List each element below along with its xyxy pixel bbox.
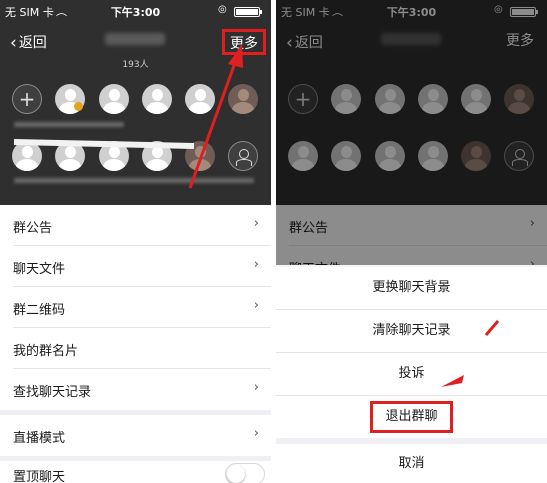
list-item-live-mode[interactable]: 直播模式 › <box>0 415 271 456</box>
list-item-label: 查找聊天记录 <box>13 385 92 400</box>
list-item-qr-code[interactable]: 群二维码 › <box>0 287 271 328</box>
list-item-announcement[interactable]: 群公告 › <box>0 205 271 246</box>
list-item-label: 群公告 <box>13 221 53 236</box>
chevron-right-icon: › <box>253 257 259 272</box>
list-item-pin-chat[interactable]: 置顶聊天 <box>0 461 271 483</box>
pointer-arrow <box>441 320 500 387</box>
left-screen: 无 SIM 卡 ︵ 下午3:00 ◎ ‹ 返回 更多 193人 + 群公告 › … <box>0 0 271 483</box>
list-item-label: 聊天文件 <box>13 262 66 277</box>
pointer-arrow <box>188 44 243 189</box>
list-item-label: 置顶聊天 <box>13 470 66 483</box>
list-item-label: 我的群名片 <box>13 344 79 359</box>
chevron-right-icon: › <box>253 216 259 231</box>
list-item-chat-files[interactable]: 聊天文件 › <box>0 246 271 287</box>
list-item-label: 直播模式 <box>13 431 66 446</box>
list-item-my-nickname[interactable]: 我的群名片 <box>0 328 271 369</box>
chevron-right-icon: › <box>253 298 259 313</box>
chevron-right-icon: › <box>253 380 259 395</box>
list-item-label: 群二维码 <box>13 303 66 318</box>
list-item-search-history[interactable]: 查找聊天记录 › <box>0 369 271 410</box>
group-header: 无 SIM 卡 ︵ 下午3:00 ◎ ‹ 返回 更多 193人 + <box>0 0 271 205</box>
chevron-right-icon: › <box>253 426 259 441</box>
right-screen: 无 SIM 卡 ︵ 下午3:00 ◎ ‹返回 更多 + 群公告 › 聊天文件 › <box>276 0 547 483</box>
pin-chat-toggle[interactable] <box>225 463 265 483</box>
